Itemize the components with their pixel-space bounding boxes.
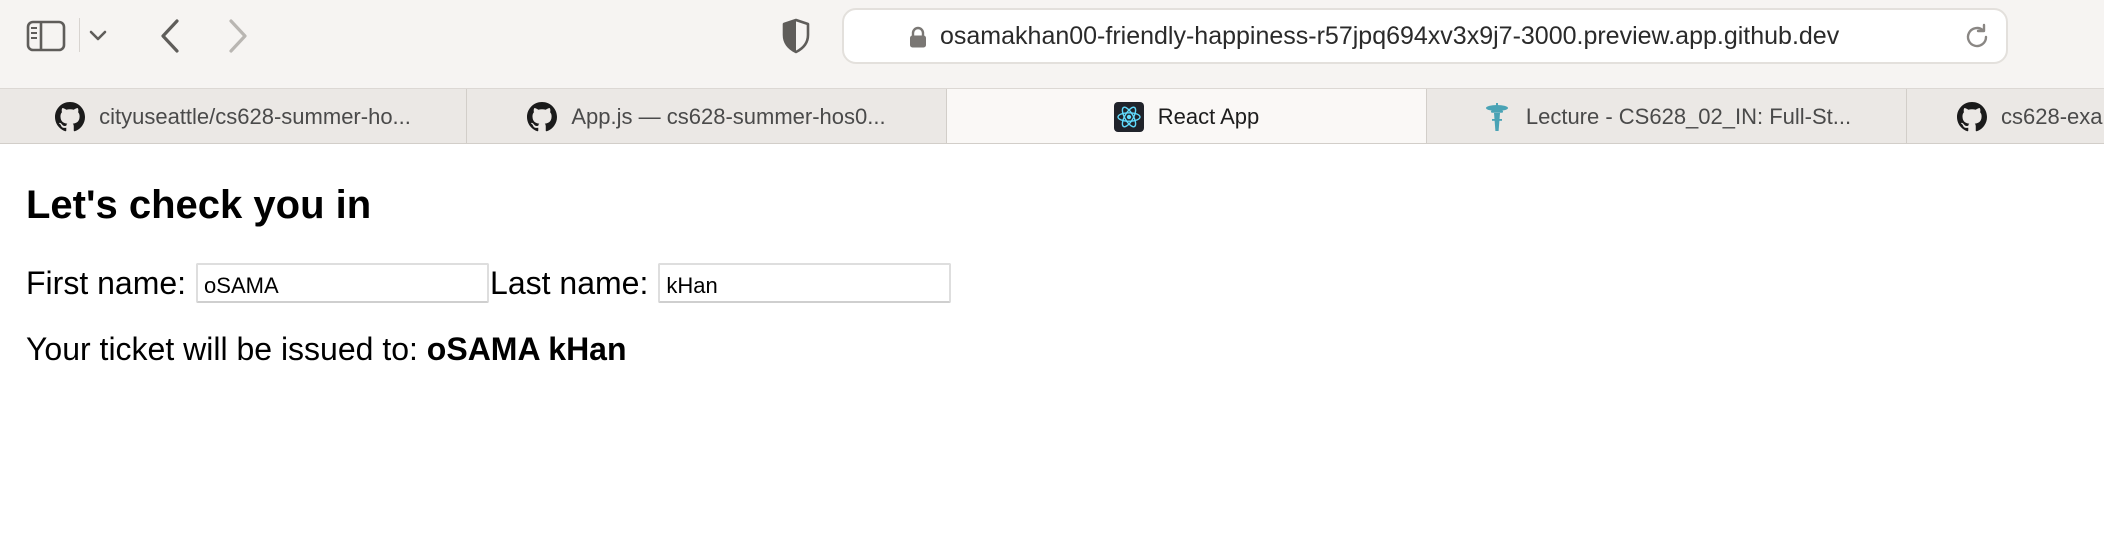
tab-title: App.js — cs628-summer-hos0... <box>571 103 886 129</box>
lock-icon <box>908 26 928 48</box>
ticket-prefix: Your ticket will be issued to: <box>26 331 418 367</box>
tab-cityuseattle[interactable]: cityuseattle/cs628-summer-ho... <box>0 89 467 143</box>
tab-cs628-exa[interactable]: cs628-exa <box>1907 89 2104 143</box>
sidebar-icon[interactable] <box>24 18 68 54</box>
toolbar-divider <box>79 18 80 52</box>
last-name-input[interactable] <box>658 263 952 303</box>
tab-lecture[interactable]: Lecture - CS628_02_IN: Full-St... <box>1427 89 1907 143</box>
tab-app-js[interactable]: App.js — cs628-summer-hos0... <box>467 89 947 143</box>
github-icon <box>1957 101 1987 132</box>
github-icon <box>527 101 558 132</box>
tab-title: Lecture - CS628_02_IN: Full-St... <box>1525 103 1852 129</box>
url-text[interactable]: osamakhan00-friendly-happiness-r57jpq694… <box>940 10 1839 62</box>
first-name-label: First name: <box>26 264 187 301</box>
last-name-label: Last name: <box>490 264 649 301</box>
page-content: Let's check you in First name: Last name… <box>0 145 2104 534</box>
name-form: First name: Last name: <box>26 262 952 304</box>
github-icon <box>55 101 86 132</box>
page-title: Let's check you in <box>26 183 372 227</box>
browser-toolbar: osamakhan00-friendly-happiness-r57jpq694… <box>0 0 2104 88</box>
ticket-message: Your ticket will be issued to: oSAMA kHa… <box>26 331 627 368</box>
ticket-name: oSAMA kHan <box>426 331 627 367</box>
back-arrow-icon[interactable] <box>148 14 192 58</box>
shield-icon[interactable] <box>776 14 816 58</box>
tab-title: React App <box>1157 104 1260 129</box>
space-needle-icon <box>1482 102 1512 132</box>
tab-bar: cityuseattle/cs628-summer-ho... App.js —… <box>0 88 2104 144</box>
reload-icon[interactable] <box>1962 22 1992 52</box>
forward-arrow-icon[interactable] <box>216 14 260 58</box>
first-name-input[interactable] <box>196 263 490 303</box>
address-bar[interactable]: osamakhan00-friendly-happiness-r57jpq694… <box>842 8 2008 64</box>
tab-title: cs628-exa <box>2001 103 2103 129</box>
tab-react-app[interactable]: React App <box>947 89 1427 143</box>
chevron-down-icon[interactable] <box>84 22 112 50</box>
react-icon <box>1113 102 1144 132</box>
tab-title: cityuseattle/cs628-summer-ho... <box>99 103 411 129</box>
